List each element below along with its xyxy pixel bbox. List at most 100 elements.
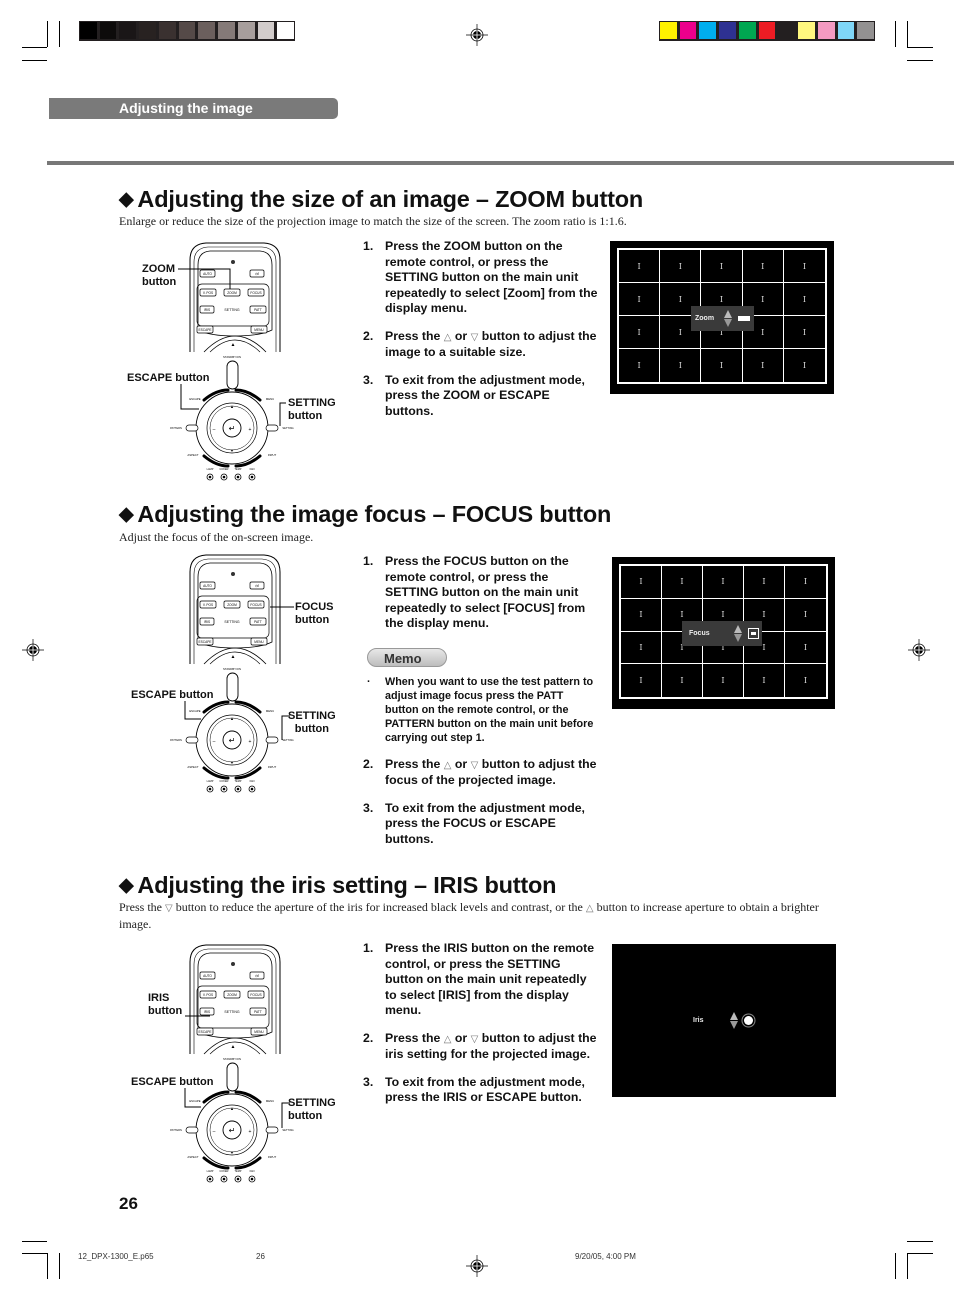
svg-text:TEMP: TEMP — [235, 780, 242, 783]
step-item: 2. Press the △ or ▽ button to adjust the … — [363, 756, 597, 788]
svg-text:PATT: PATT — [254, 308, 262, 312]
pattern-cell: I — [783, 250, 825, 283]
remote-control-icon: AUTO ⏻/I V. POS ZOOM FOCUS IRIS SETTING PATT ESC… — [189, 944, 281, 1055]
svg-text:ASPECT: ASPECT — [187, 1155, 198, 1159]
color-swatch — [837, 22, 855, 39]
remote-patt-button: PATT — [249, 305, 267, 314]
focus-frame-icon — [747, 628, 759, 639]
svg-text:SETTING: SETTING — [282, 426, 293, 430]
svg-text:ESCAPE: ESCAPE — [199, 1030, 212, 1034]
svg-text:ESCAPE: ESCAPE — [199, 328, 212, 332]
step-item: 3. To exit from the adjustment mode, pres… — [363, 372, 585, 418]
svg-text:⏻/I: ⏻/I — [255, 272, 259, 276]
svg-text:V. POS: V. POS — [203, 603, 213, 607]
section-intro-zoom: Enlarge or reduce the size of the projec… — [119, 214, 627, 228]
svg-text:FOCUS: FOCUS — [250, 291, 261, 295]
remote-illustration-iris: AUTO ⏻/I V. POS ZOOM FOCUS IRIS SETTING PATT ESC… — [120, 942, 350, 1187]
remote-zoom-button: ZOOM — [223, 600, 241, 609]
registration-mark-icon — [908, 639, 930, 661]
pattern-cell: I — [743, 349, 784, 382]
step-item: 1. Press the IRIS button on the remote co… — [363, 941, 595, 1017]
pattern-cell: I — [619, 349, 661, 382]
svg-text:SETTING: SETTING — [282, 738, 293, 742]
svg-text:SETTING: SETTING — [224, 620, 239, 624]
pattern-cell: I — [619, 283, 661, 316]
pattern-cell: I — [744, 664, 785, 697]
remote-focus-button: FOCUS — [247, 600, 265, 609]
steps-focus: 1. Press the FOCUS button on the remote c… — [363, 554, 599, 859]
section-title-zoom: ◆ Adjusting the size of an image – ZOOM b… — [119, 186, 644, 212]
color-swatch — [198, 22, 216, 39]
section-title-focus: ◆ Adjusting the image focus – FOCUS butto… — [119, 501, 612, 527]
pattern-cell: I — [660, 349, 702, 382]
remote-vpos-button: V. POS — [199, 990, 217, 999]
svg-text:▲: ▲ — [230, 716, 234, 721]
pattern-cell: I — [785, 566, 826, 599]
svg-text:+: + — [249, 427, 252, 433]
svg-text:SETTING: SETTING — [224, 1010, 239, 1014]
svg-text:ZOOM: ZOOM — [227, 291, 237, 295]
svg-text:–: – — [213, 427, 216, 433]
callout-setting-button: SETTING button — [288, 1097, 336, 1122]
svg-text:TEMP: TEMP — [235, 468, 242, 471]
remote-zoom-button: ZOOM — [223, 288, 241, 297]
color-swatch — [257, 22, 275, 39]
svg-text:LAMP: LAMP — [207, 468, 214, 471]
svg-text:SETTING: SETTING — [282, 1128, 293, 1132]
remote-iris-button: IRIS — [199, 1007, 215, 1016]
pattern-cell: I — [785, 632, 826, 665]
svg-text:↵: ↵ — [229, 736, 236, 745]
remote-escape-button: ESCAPE — [196, 637, 214, 646]
crop-mark — [907, 47, 933, 48]
osd-screen-focus: IIIIIIIIIIIIIIIIIIII Focus — [612, 557, 835, 709]
diamond-bullet-icon: ◆ — [119, 504, 134, 525]
svg-text:ZOOM: ZOOM — [227, 603, 237, 607]
svg-text:ESCAPE: ESCAPE — [189, 1099, 200, 1103]
color-swatch — [817, 22, 835, 39]
svg-text:FOCUS: FOCUS — [250, 603, 261, 607]
remote-escape-button: ESCAPE — [196, 1027, 214, 1036]
crop-mark — [907, 21, 908, 47]
svg-text:ASPECT: ASPECT — [187, 453, 198, 457]
svg-text:MENU: MENU — [266, 1099, 274, 1103]
step-item: 1. Press the FOCUS button on the remote c… — [363, 554, 586, 630]
callout-escape-button: ESCAPE button — [131, 689, 214, 701]
up-triangle-icon: △ — [585, 903, 594, 914]
svg-text:PATTERN: PATTERN — [170, 1128, 182, 1132]
pattern-cell: I — [621, 664, 662, 697]
svg-text:LAMP: LAMP — [207, 780, 214, 783]
page-number: 26 — [119, 1194, 138, 1213]
svg-text:PATTERN: PATTERN — [170, 738, 182, 742]
pattern-cell: I — [662, 566, 703, 599]
crop-mark — [907, 60, 933, 61]
crop-mark — [59, 1253, 60, 1279]
svg-text:FAN: FAN — [250, 780, 255, 783]
up-down-arrows-icon — [733, 625, 742, 642]
remote-menu-button: MENU — [250, 325, 268, 334]
pattern-cell: I — [621, 598, 662, 632]
svg-text:INPUT: INPUT — [268, 1155, 277, 1159]
svg-text:ESCAPE: ESCAPE — [199, 640, 212, 644]
svg-text:INPUT: INPUT — [268, 453, 277, 457]
memo-block: Memo · When you want to use the test patt… — [367, 644, 599, 745]
section-intro-focus: Adjust the focus of the on-screen image. — [119, 530, 314, 544]
grayscale-calibration-bar — [79, 21, 295, 41]
svg-text:ASPECT: ASPECT — [187, 765, 198, 769]
remote-focus-button: FOCUS — [247, 288, 265, 297]
svg-text:COVER: COVER — [220, 1170, 229, 1173]
svg-text:STANDBY/ON: STANDBY/ON — [223, 667, 241, 671]
svg-text:TEMP: TEMP — [235, 1170, 242, 1173]
remote-illustration-focus: AUTO ⏻/I V. POS ZOOM FOCUS IRIS SETTING PATT ESC… — [120, 552, 350, 797]
svg-text:PATTERN: PATTERN — [170, 426, 182, 430]
remote-vpos-button: V. POS — [199, 288, 217, 297]
color-swatch — [80, 22, 97, 39]
svg-text:+: + — [249, 1129, 252, 1135]
remote-menu-button: MENU — [250, 1027, 268, 1036]
crop-mark — [907, 1253, 933, 1254]
remote-power-button: ⏻/I — [249, 581, 265, 590]
step-item: 2. Press the △ or ▽ button to adjust the… — [363, 1030, 597, 1062]
crop-mark — [907, 1241, 933, 1242]
svg-text:–: – — [213, 739, 216, 745]
section-intro-iris: Press the ▽ button to reduce the apertur… — [119, 900, 819, 931]
color-swatch — [857, 22, 875, 39]
